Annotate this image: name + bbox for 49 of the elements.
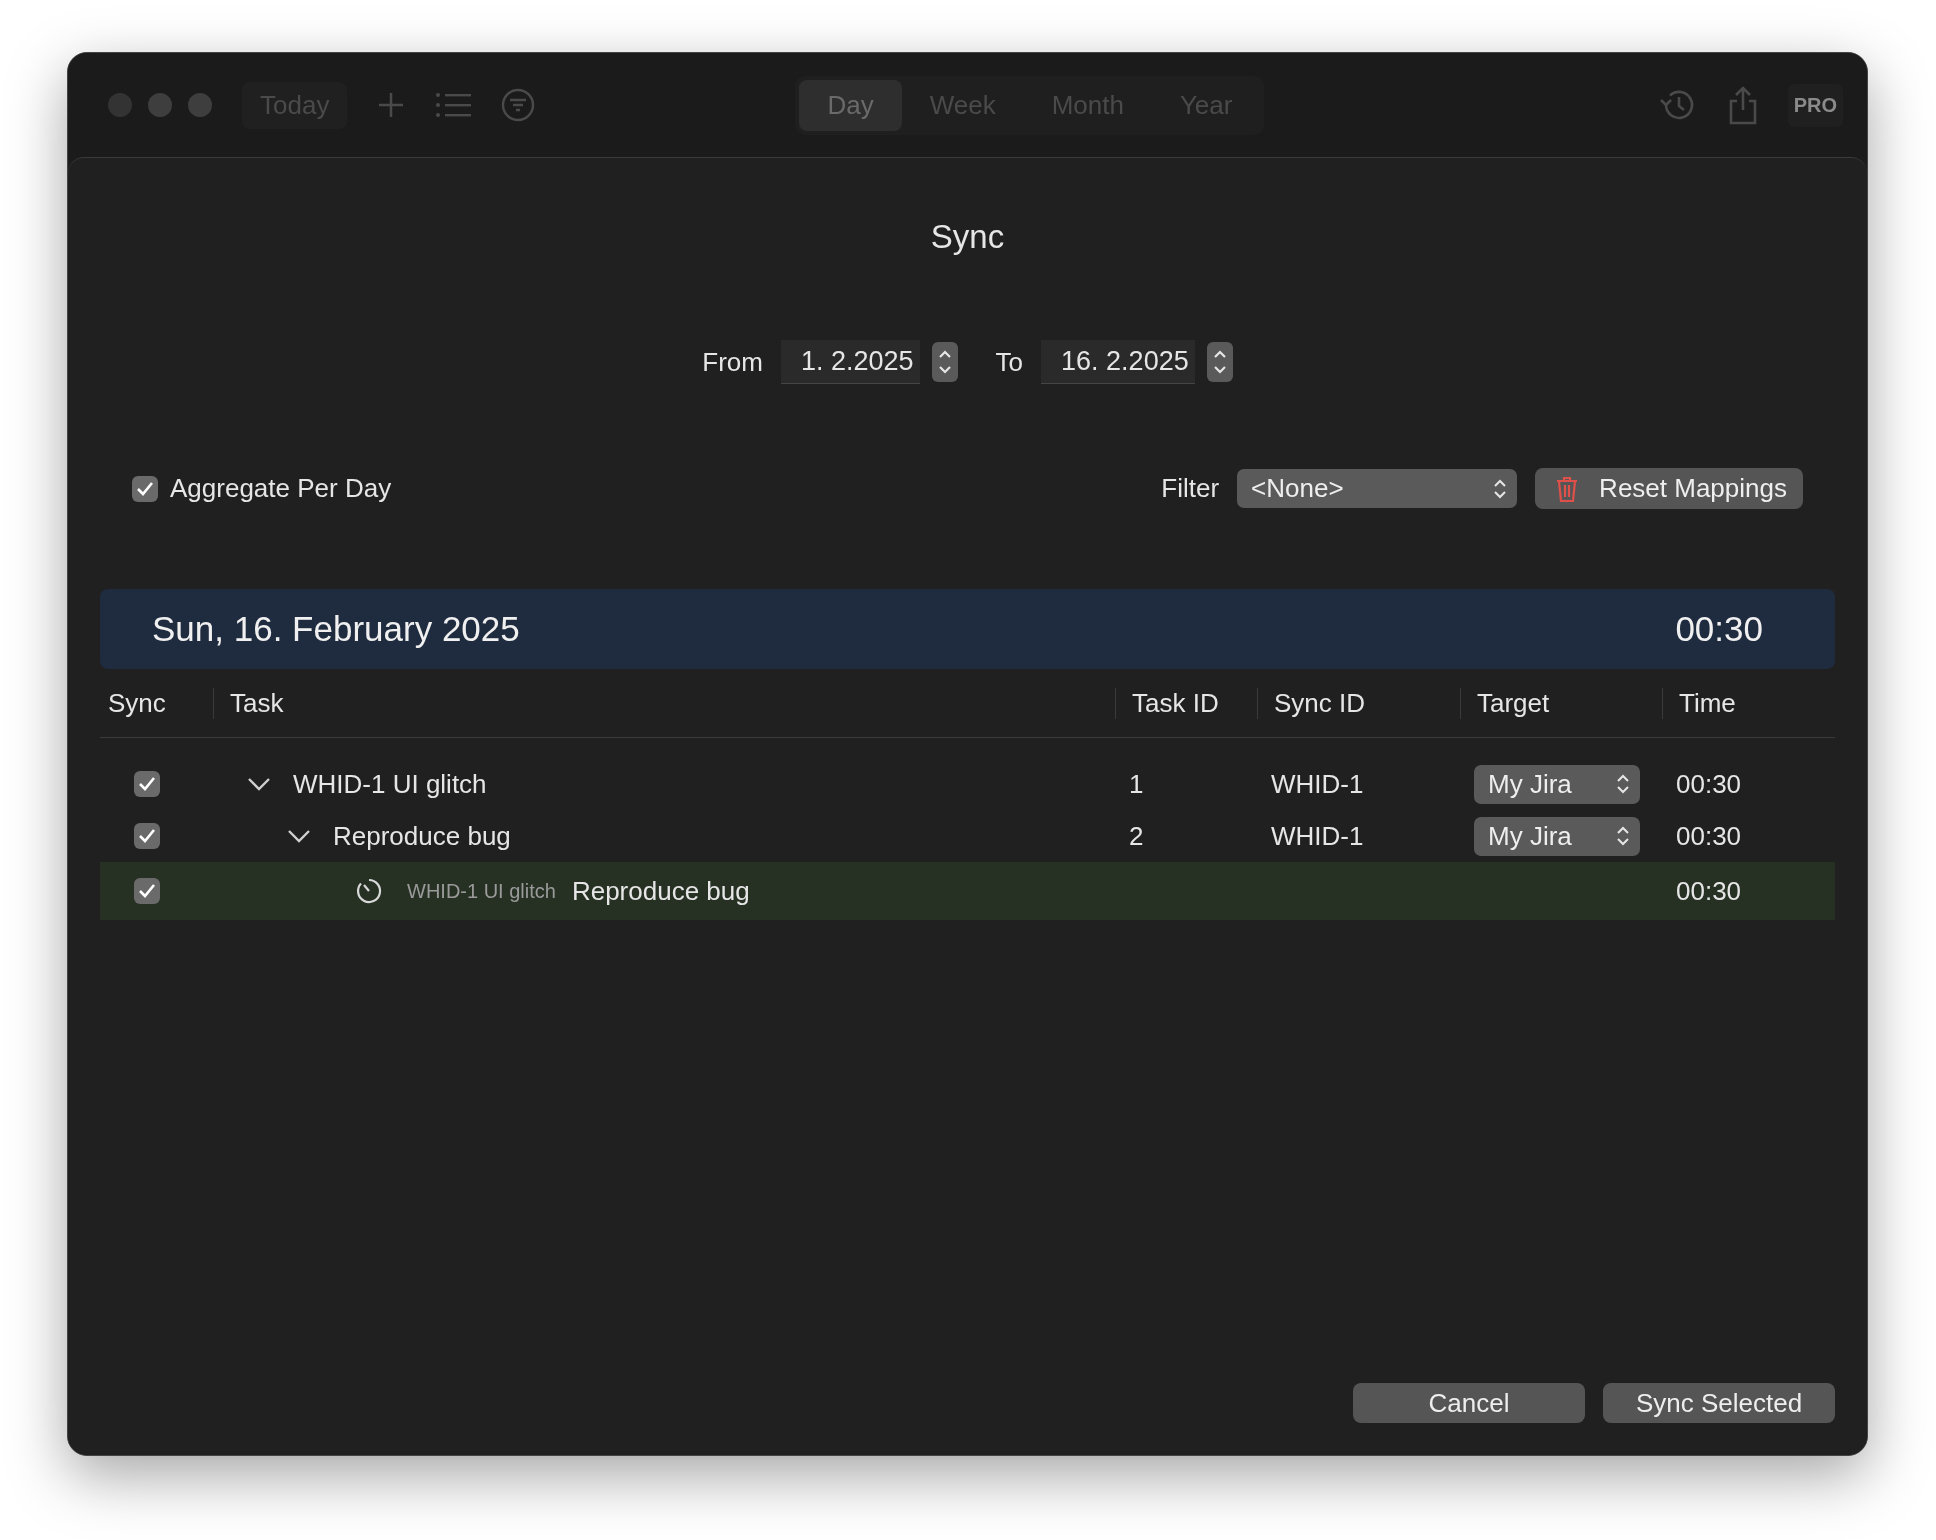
target-dropdown[interactable]: My Jira	[1474, 816, 1640, 856]
to-date-field[interactable]: 16. 2.2025	[1041, 340, 1195, 384]
aggregate-checkbox[interactable]	[132, 475, 158, 502]
checkmark-icon	[136, 480, 154, 497]
task-name: WHID-1 UI glitch	[293, 768, 487, 800]
pro-badge: PRO	[1787, 83, 1843, 127]
column-header[interactable]: Time	[1662, 687, 1835, 719]
stepper-icon[interactable]	[931, 342, 958, 382]
filter-label: Filter	[1161, 473, 1220, 504]
sync-checkbox[interactable]	[134, 771, 160, 797]
entry-name: Reproduce bug	[571, 875, 750, 907]
column-header[interactable]: Task	[213, 687, 1115, 719]
dialog-title: Sync	[930, 218, 1005, 256]
sync-id: WHID-1	[1270, 820, 1365, 852]
day-date: Sun, 16. February 2025	[152, 609, 520, 649]
to-label: To	[995, 346, 1024, 378]
sync-selected-button[interactable]: Sync Selected	[1603, 1383, 1835, 1423]
timer-icon	[355, 877, 383, 905]
sync-id: WHID-1	[1270, 768, 1365, 800]
up-down-chevron-icon	[1616, 824, 1630, 848]
aggregate-label: Aggregate Per Day	[170, 473, 392, 504]
from-label: From	[702, 346, 763, 378]
disclosure-chevron-icon[interactable]	[247, 776, 271, 792]
trash-icon	[1555, 474, 1580, 503]
from-date-field[interactable]: 1. 2.2025	[781, 340, 920, 384]
column-header[interactable]: Target	[1460, 687, 1662, 719]
day-total: 00:30	[1675, 609, 1763, 649]
reset-mappings-button[interactable]: Reset Mappings	[1535, 468, 1803, 509]
column-header[interactable]: Sync	[100, 687, 213, 719]
entry-parent-task: WHID-1 UI glitch	[407, 879, 556, 903]
checkmark-icon	[138, 776, 156, 792]
time-value: 00:30	[1675, 820, 1743, 852]
checkmark-icon	[138, 828, 156, 844]
checkmark-icon	[138, 883, 156, 899]
time-value: 00:30	[1675, 875, 1743, 907]
up-down-chevron-icon	[1616, 772, 1630, 796]
column-header[interactable]: Sync ID	[1257, 687, 1460, 719]
stepper-icon[interactable]	[1206, 342, 1233, 382]
sync-checkbox[interactable]	[134, 823, 160, 849]
task-id: 1	[1128, 768, 1145, 800]
filter-dropdown[interactable]: <None>	[1237, 469, 1518, 508]
cancel-button[interactable]: Cancel	[1353, 1383, 1585, 1423]
task-name: Reproduce bug	[333, 820, 511, 852]
task-id: 2	[1128, 820, 1145, 852]
time-value: 00:30	[1675, 768, 1743, 800]
sync-checkbox[interactable]	[134, 878, 160, 904]
target-dropdown[interactable]: My Jira	[1474, 764, 1640, 804]
column-header[interactable]: Task ID	[1115, 687, 1257, 719]
disclosure-chevron-icon[interactable]	[287, 828, 311, 844]
